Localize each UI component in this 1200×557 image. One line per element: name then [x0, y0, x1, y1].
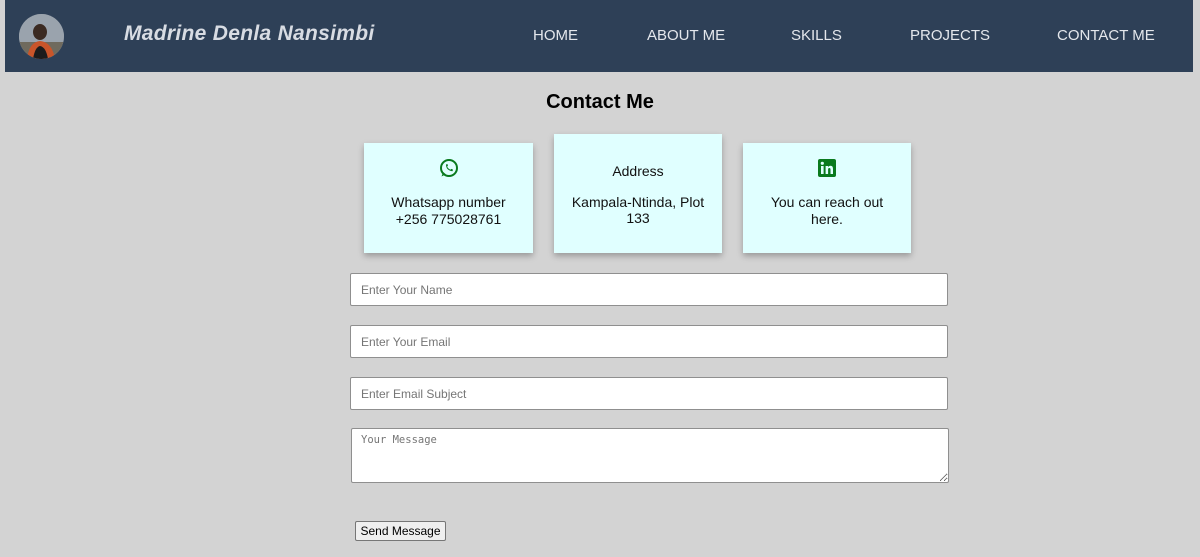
address-line-1: Kampala-Ntinda, Plot [571, 194, 705, 210]
avatar [19, 14, 64, 59]
send-message-button[interactable]: Send Message [355, 521, 446, 541]
page-title: Contact Me [546, 91, 654, 113]
address-card: Address Kampala-Ntinda, Plot 133 [554, 134, 722, 253]
name-input[interactable] [350, 273, 948, 306]
whatsapp-card: Whatsapp number +256 775028761 [364, 143, 533, 253]
linkedin-card: You can reach out here. [743, 143, 911, 253]
whatsapp-number: +256 775028761 [395, 211, 502, 227]
address-heading: Address [612, 163, 664, 179]
linkedin-text-line-2: here. [811, 211, 843, 227]
site-owner-name: Madrine Denla Nansimbi [124, 22, 375, 45]
nav-home[interactable]: HOME [533, 27, 578, 44]
nav-skills[interactable]: SKILLS [791, 27, 842, 44]
email-input[interactable] [350, 325, 948, 358]
message-textarea[interactable] [351, 428, 949, 483]
nav-projects[interactable]: PROJECTS [910, 27, 990, 44]
address-line-2: 133 [626, 210, 650, 226]
navbar: Madrine Denla Nansimbi HOME ABOUT ME SKI… [5, 0, 1193, 72]
whatsapp-label: Whatsapp number [391, 194, 506, 210]
nav-about-me[interactable]: ABOUT ME [647, 27, 725, 44]
linkedin-icon[interactable] [743, 159, 911, 177]
subject-input[interactable] [350, 377, 948, 410]
linkedin-text-line-1: You can reach out [770, 194, 884, 210]
nav-contact-me[interactable]: CONTACT ME [1057, 27, 1155, 44]
whatsapp-icon[interactable] [364, 158, 533, 178]
